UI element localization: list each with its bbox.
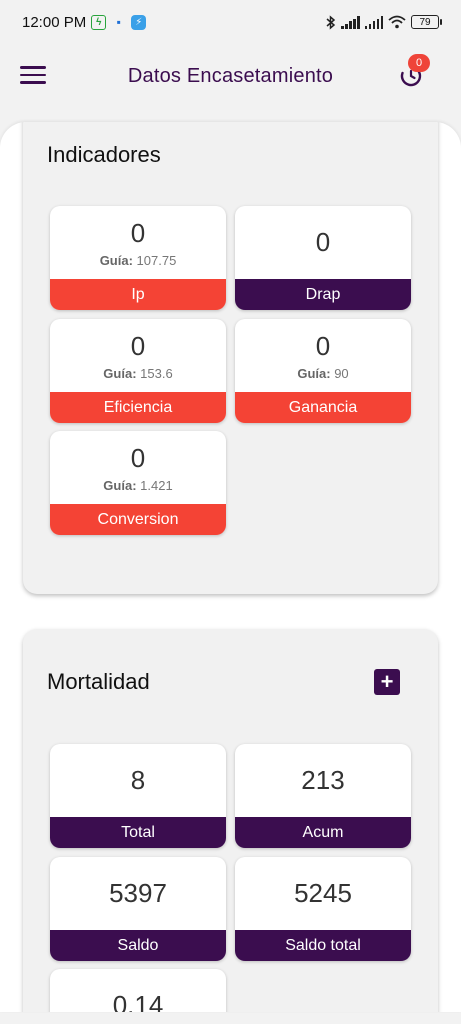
menu-button[interactable] (20, 66, 46, 86)
guide-label: Guía: (103, 478, 137, 493)
outlook-icon: ▪ (116, 15, 121, 29)
signal-icon-2 (364, 15, 383, 29)
wifi-icon (388, 15, 406, 29)
tile-label: Ganancia (235, 392, 411, 423)
indicator-tile-conversion[interactable]: 0 Guía: 1.421 Conversion (50, 431, 226, 535)
plus-icon: + (380, 669, 394, 694)
tile-label: Ip (50, 279, 226, 310)
bluetooth-icon (326, 14, 336, 30)
notification-badge: 0 (408, 54, 430, 72)
tile-label: Saldo (50, 930, 226, 961)
signal-icon-1 (341, 15, 360, 29)
mortality-tile-saldo[interactable]: 5397 Saldo (50, 857, 226, 961)
indicator-tile-drap[interactable]: 0 Drap (235, 206, 411, 310)
content-sheet: Indicadores 0 Guía: 107.75 Ip 0 Drap 0 G… (0, 122, 461, 1012)
guide-value: 153.6 (140, 366, 173, 381)
tile-value: 0 (315, 227, 331, 257)
add-mortalidad-button[interactable]: + (374, 669, 400, 695)
tile-value: 5397 (109, 878, 167, 908)
mortalidad-title: Mortalidad (47, 669, 150, 694)
indicadores-title: Indicadores (47, 142, 161, 167)
charging-app-icon: ϟ (91, 14, 107, 30)
hamburger-icon (20, 66, 46, 69)
mortality-tile-percent[interactable]: 0.14 (50, 969, 226, 1012)
tile-value: 8 (130, 765, 146, 795)
tile-value: 0 (315, 331, 331, 361)
tile-guide: Guía: 153.6 (50, 366, 226, 381)
tile-value: 0.14 (112, 990, 164, 1012)
page-title: Datos Encasetamiento (127, 64, 334, 87)
app-notification-icon: ⚡ (131, 14, 147, 30)
status-left: 12:00 PM ϟ ▪ ⚡ (22, 13, 147, 31)
tile-value: 0 (130, 443, 146, 473)
tile-label: Total (50, 817, 226, 848)
battery-icon: 79 (411, 15, 442, 29)
mortality-tile-total[interactable]: 8 Total (50, 744, 226, 848)
guide-label: Guía: (297, 366, 331, 381)
indicadores-card: Indicadores 0 Guía: 107.75 Ip 0 Drap 0 G… (23, 122, 438, 594)
hamburger-line (20, 81, 46, 84)
indicator-tile-ip[interactable]: 0 Guía: 107.75 Ip (50, 206, 226, 310)
guide-value: 107.75 (136, 253, 177, 268)
indicator-tile-ganancia[interactable]: 0 Guía: 90 Ganancia (235, 319, 411, 423)
guide-label: Guía: (99, 253, 133, 268)
guide-label: Guía: (103, 366, 137, 381)
status-bar: 12:00 PM ϟ ▪ ⚡ 79 (0, 0, 461, 44)
tile-value: 0 (130, 331, 146, 361)
tile-label: Drap (235, 279, 411, 310)
tile-guide: Guía: 90 (235, 366, 411, 381)
tile-value: 0 (130, 218, 146, 248)
status-right: 79 (326, 14, 442, 30)
tile-value: 5245 (294, 878, 352, 908)
hamburger-line (20, 73, 46, 76)
mortality-tile-acum[interactable]: 213 Acum (235, 744, 411, 848)
tile-label: Conversion (50, 504, 226, 535)
app-bar: Datos Encasetamiento 0 (0, 44, 461, 108)
status-time: 12:00 PM (22, 13, 87, 31)
tile-label: Saldo total (235, 930, 411, 961)
guide-value: 1.421 (140, 478, 173, 493)
tile-guide: Guía: 1.421 (50, 478, 226, 493)
indicator-tile-eficiencia[interactable]: 0 Guía: 153.6 Eficiencia (50, 319, 226, 423)
tile-guide: Guía: 107.75 (50, 253, 226, 268)
guide-value: 90 (334, 366, 349, 381)
tile-label: Eficiencia (50, 392, 226, 423)
tile-value: 213 (301, 765, 345, 795)
mortalidad-card: Mortalidad + 8 Total 213 Acum 5397 Saldo… (23, 629, 438, 1012)
mortality-tile-saldo-total[interactable]: 5245 Saldo total (235, 857, 411, 961)
tile-label: Acum (235, 817, 411, 848)
